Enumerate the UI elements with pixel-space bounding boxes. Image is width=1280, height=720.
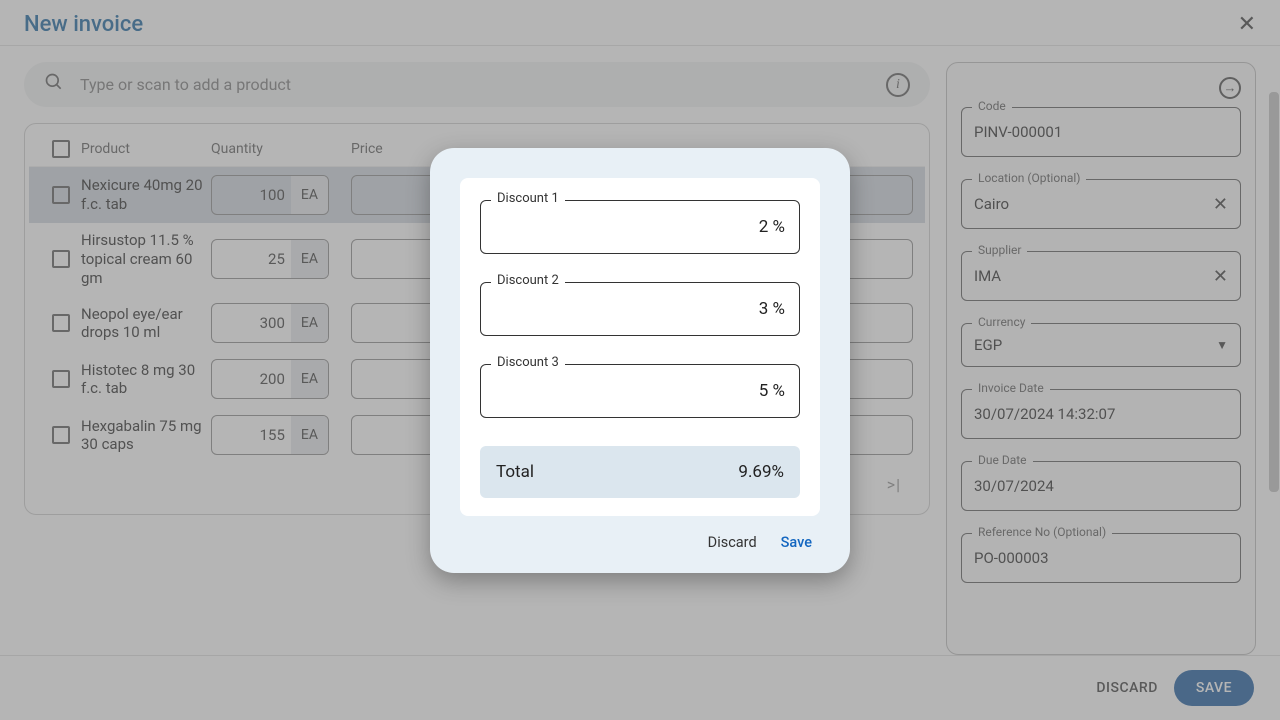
discount-modal: Discount 1 2 % Discount 2 3 % Discount 3… xyxy=(430,148,850,573)
discount2-field[interactable]: Discount 2 3 % xyxy=(480,282,800,336)
discount1-field[interactable]: Discount 1 2 % xyxy=(480,200,800,254)
modal-save-button[interactable]: Save xyxy=(781,534,812,551)
total-row: Total 9.69% xyxy=(480,446,800,498)
modal-discard-button[interactable]: Discard xyxy=(708,534,757,551)
modal-body: Discount 1 2 % Discount 2 3 % Discount 3… xyxy=(460,178,820,516)
modal-backdrop[interactable]: Discount 1 2 % Discount 2 3 % Discount 3… xyxy=(0,0,1280,720)
total-label: Total xyxy=(496,462,534,482)
modal-actions: Discard Save xyxy=(460,516,820,555)
total-value: 9.69% xyxy=(738,462,784,482)
discount3-field[interactable]: Discount 3 5 % xyxy=(480,364,800,418)
